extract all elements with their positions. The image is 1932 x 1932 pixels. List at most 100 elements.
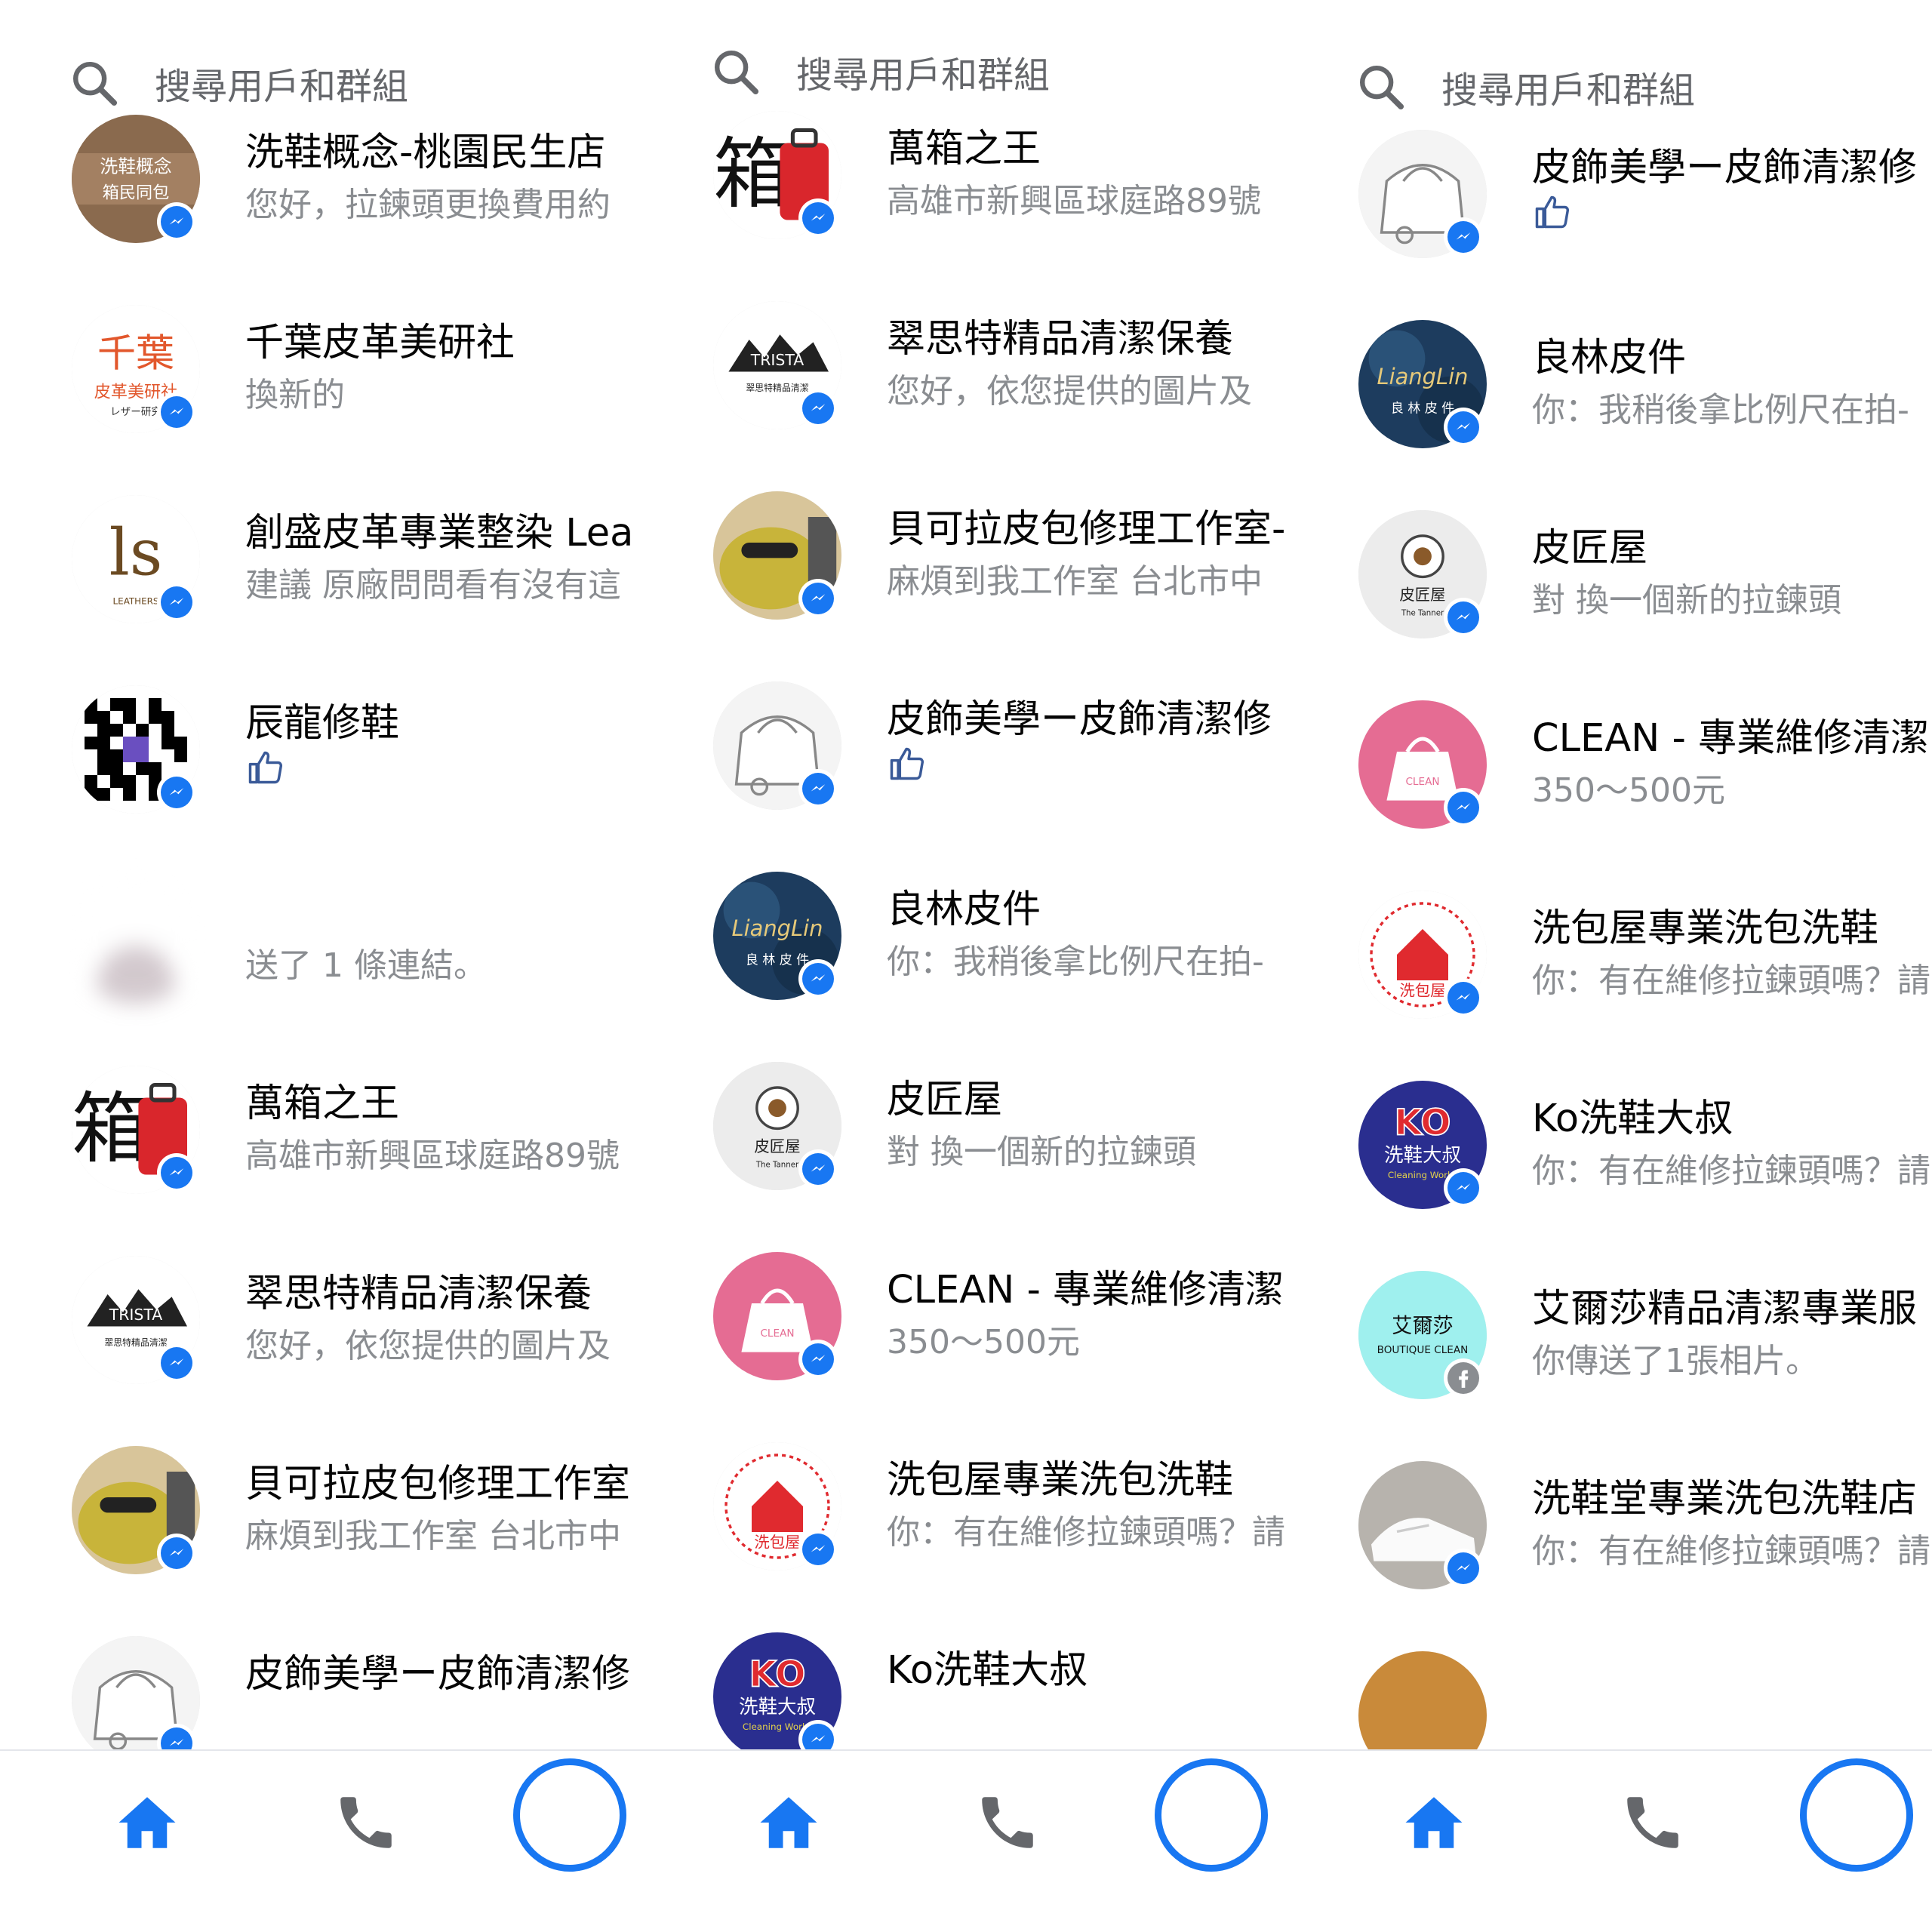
messenger-badge-icon [157, 392, 196, 432]
conversation-row[interactable]: 箱 萬箱之王 高雄市新興區球庭路89號 [0, 1034, 641, 1224]
svg-text:洗鞋大叔: 洗鞋大叔 [1384, 1144, 1461, 1167]
bottom-nav [641, 1749, 1287, 1932]
message-preview: 麻煩到我工作室 台北市中 [887, 562, 1263, 601]
svg-text:BOUTIQUE CLEAN: BOUTIQUE CLEAN [1377, 1344, 1469, 1356]
conversation-row[interactable]: TRISTA 翠思特精品清潔 翠思特精品清潔保養 您好，依您提供的圖片及 [0, 1224, 641, 1414]
conversation-row[interactable]: KO 洗鞋大叔 Cleaning Works Ko洗鞋大叔 你：有在維修拉鍊頭嗎？請 [1287, 1049, 1932, 1239]
svg-text:ls: ls [109, 515, 163, 590]
svg-text:CLEAN: CLEAN [1405, 776, 1439, 788]
conversation-row[interactable]: LiangLin 良 林 皮 件 良林皮件你：我稍後拿比例尺在拍- [1287, 288, 1932, 478]
svg-text:良 林 皮 件: 良 林 皮 件 [1391, 401, 1454, 416]
message-preview: 你：有在維修拉鍊頭嗎？請 [1532, 1532, 1930, 1571]
messenger-badge-icon [798, 769, 838, 808]
like-icon [245, 748, 641, 795]
messenger-badge-icon [798, 198, 838, 238]
svg-text:翠思特精品清潔: 翠思特精品清潔 [104, 1337, 167, 1348]
messenger-badge-icon [798, 1340, 838, 1379]
home-icon[interactable] [113, 1789, 181, 1857]
messenger-badge-icon [798, 579, 838, 618]
home-icon[interactable] [755, 1789, 823, 1857]
conversation-row[interactable]: 送了 1 條連結。 [0, 844, 641, 1034]
conversation-name: 良林皮件 [1532, 336, 1687, 380]
conversation-row[interactable]: LiangLin 良 林 皮 件 良林皮件 你：我稍後拿比例尺在拍- [641, 840, 1287, 1030]
messenger-badge-icon [1444, 598, 1483, 637]
message-preview: 350～500元 [887, 1323, 1080, 1361]
message-preview: 你：有在維修拉鍊頭嗎？請 [1532, 961, 1930, 1000]
bottom-nav [1287, 1749, 1932, 1932]
message-preview: 你傳送了1張相片。 [1532, 1342, 1819, 1380]
svg-text:良 林 皮 件: 良 林 皮 件 [746, 952, 809, 968]
message-preview: 你：我稍後拿比例尺在拍- [1532, 391, 1909, 429]
messenger-badge-icon [798, 389, 838, 428]
conversation-row[interactable]: CLEAN CLEAN - 專業維修清潔 350～500元 [641, 1220, 1287, 1411]
conversation-row[interactable]: 皮飾美學ー皮飾清潔修 [641, 650, 1287, 840]
conversation-name: 洗鞋堂專業洗包洗鞋店 [1532, 1477, 1918, 1521]
svg-text:LEATHERS: LEATHERS [113, 596, 159, 607]
conversation-row[interactable]: TRISTA 翠思特精品清潔 翠思特精品清潔保養 您好，依您提供的圖片及 [641, 269, 1287, 460]
new-chat-circle-button[interactable] [1155, 1758, 1268, 1872]
svg-text:レザー研究: レザー研究 [110, 406, 162, 418]
svg-text:The Tanner: The Tanner [755, 1161, 799, 1169]
phone-icon[interactable] [332, 1789, 400, 1857]
conversation-row[interactable]: 艾爾莎 BOUTIQUE CLEAN 艾爾莎精品清潔專業服你傳送了1張相片。 [1287, 1239, 1932, 1429]
conversation-name: 萬箱之王 [887, 127, 1041, 171]
svg-text:翠思特精品清潔: 翠思特精品清潔 [746, 383, 808, 393]
conversation-row[interactable]: ls LEATHERS 創盛皮革專業整染 Lea 建議 原廠問問看有沒有這 [0, 463, 641, 654]
svg-text:箱: 箱 [72, 1084, 149, 1174]
messenger-badge-icon [157, 1534, 196, 1573]
phone-icon[interactable] [974, 1789, 1041, 1857]
svg-text:皮匠屋: 皮匠屋 [754, 1137, 800, 1155]
conversation-name: 貝可拉皮包修理工作室 [245, 1462, 631, 1506]
conversation-row[interactable]: 洗包屋 洗包屋專業洗包洗鞋 你：有在維修拉鍊頭嗎？請 [1287, 859, 1932, 1049]
conversation-row[interactable]: 皮飾美學ー皮飾清潔修 [1287, 98, 1932, 288]
like-icon [887, 744, 1287, 792]
new-chat-circle-button[interactable] [1800, 1758, 1913, 1872]
messenger-badge-icon [798, 959, 838, 998]
conversation-row[interactable]: CLEAN CLEAN - 專業維修清潔 350～500元 [1287, 669, 1932, 859]
svg-text:皮匠屋: 皮匠屋 [1399, 586, 1445, 604]
conversation-name: 皮匠屋 [887, 1078, 1003, 1122]
chat-list-panel-1: 搜尋用戶和群組 洗鞋概念 箱民同包 洗鞋概念-桃園民生店 您好，拉鍊頭更換費用約 千葉 皮革… [0, 0, 641, 1932]
conversation-name: Ko洗鞋大叔 [1532, 1097, 1734, 1141]
phone-icon[interactable] [1619, 1789, 1687, 1857]
message-preview: 您好，依您提供的圖片及 [245, 1327, 611, 1365]
conversation-name: 辰龍修鞋 [245, 701, 400, 746]
facebook-badge-icon [1444, 1358, 1483, 1398]
conversation-name: 翠思特精品清潔保養 [887, 317, 1234, 361]
conversation-name: 洗包屋專業洗包洗鞋 [887, 1458, 1234, 1503]
svg-text:洗鞋大叔: 洗鞋大叔 [739, 1696, 816, 1718]
new-chat-circle-button[interactable] [513, 1758, 626, 1872]
message-preview: 對 換一個新的拉鍊頭 [1532, 581, 1841, 620]
conversation-row[interactable]: 貝可拉皮包修理工作室麻煩到我工作室 台北市中 [0, 1414, 641, 1604]
conversation-name: CLEAN - 專業維修清潔 [887, 1268, 1284, 1312]
svg-text:洗包屋: 洗包屋 [754, 1533, 800, 1551]
conversation-name: CLEAN - 專業維修清潔 [1532, 716, 1930, 761]
conversation-name: Ko洗鞋大叔 [887, 1648, 1088, 1693]
messenger-badge-icon [157, 773, 196, 812]
message-preview: 換新的 [245, 376, 345, 414]
conversation-row[interactable]: 洗鞋堂專業洗包洗鞋店你：有在維修拉鍊頭嗎？請 [1287, 1429, 1932, 1620]
conversation-row[interactable]: 洗包屋 洗包屋專業洗包洗鞋 你：有在維修拉鍊頭嗎？請 [641, 1411, 1287, 1601]
conversation-name: 艾爾莎精品清潔專業服 [1532, 1287, 1918, 1331]
message-preview: 高雄市新興區球庭路89號 [887, 182, 1261, 220]
svg-text:艾爾莎: 艾爾莎 [1392, 1315, 1454, 1338]
message-preview: 麻煩到我工作室 台北市中 [245, 1517, 621, 1555]
messenger-badge-icon [1444, 788, 1483, 827]
messenger-badge-icon [798, 1149, 838, 1189]
conversation-row[interactable]: 貝可拉皮包修理工作室- 麻煩到我工作室 台北市中 [641, 460, 1287, 650]
conversation-row[interactable]: 皮匠屋 The Tanner 皮匠屋對 換一個新的拉鍊頭 [1287, 478, 1932, 669]
avatar[interactable] [72, 875, 200, 1004]
conversation-row[interactable]: 辰龍修鞋 [0, 654, 641, 844]
conversation-name: 皮飾美學ー皮飾清潔修 [1532, 146, 1918, 190]
message-preview: 高雄市新興區球庭路89號 [245, 1137, 620, 1175]
svg-text:LiangLin: LiangLin [1377, 364, 1469, 389]
home-icon[interactable] [1400, 1789, 1468, 1857]
conversation-row[interactable]: 皮匠屋 The Tanner 皮匠屋對 換一個新的拉鍊頭 [641, 1030, 1287, 1220]
messenger-badge-icon [1444, 1168, 1483, 1208]
messenger-badge-icon [1444, 217, 1483, 257]
svg-text:TRISTA: TRISTA [109, 1306, 162, 1324]
messenger-badge-icon [1444, 1549, 1483, 1588]
conversation-row[interactable]: 箱 萬箱之王 高雄市新興區球庭路89號 [641, 79, 1287, 269]
conversation-row[interactable]: 洗鞋概念 箱民同包 洗鞋概念-桃園民生店 您好，拉鍊頭更換費用約 [0, 83, 641, 273]
conversation-row[interactable]: 千葉 皮革美研社 レザー研究 千葉皮革美研社 換新的 [0, 273, 641, 463]
